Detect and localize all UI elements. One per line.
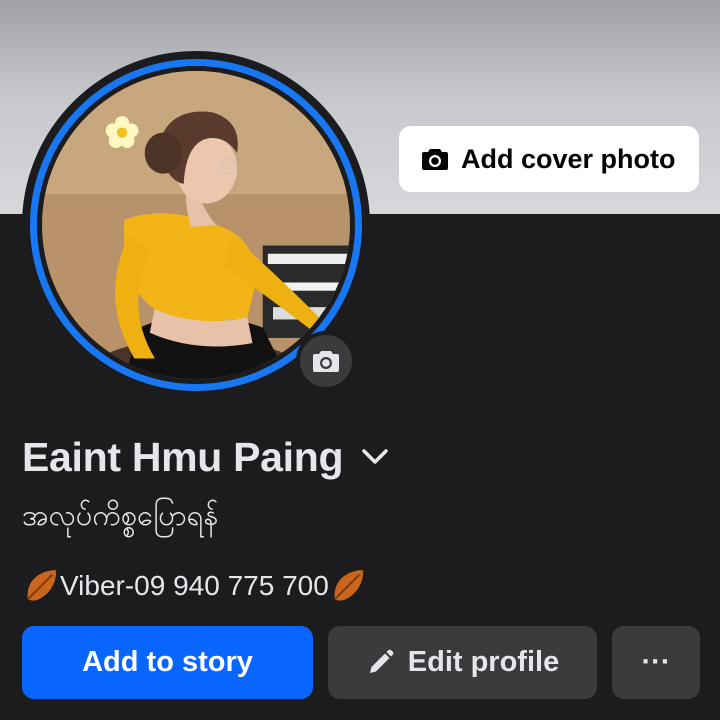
more-options-label: ··· — [641, 646, 671, 678]
camera-icon — [313, 351, 339, 372]
chevron-down-icon — [362, 449, 389, 464]
profile-name: Eaint Hmu Paing — [22, 433, 344, 480]
profile-name-switcher[interactable]: Eaint Hmu Paing — [22, 431, 389, 483]
leaf-icon — [333, 570, 364, 601]
add-cover-photo-button[interactable]: Add cover photo — [399, 126, 699, 192]
add-to-story-button[interactable]: Add to story — [22, 626, 313, 699]
pencil-icon — [369, 649, 394, 673]
change-profile-picture-button[interactable] — [296, 331, 356, 391]
profile-contact-line: Viber-09 940 775 700 — [22, 566, 367, 606]
edit-profile-button[interactable]: Edit profile — [328, 626, 597, 699]
camera-icon — [422, 149, 448, 170]
leaf-icon — [27, 570, 57, 601]
more-options-button[interactable]: ··· — [612, 626, 700, 699]
viber-number: Viber-09 940 775 700 — [60, 570, 329, 601]
add-to-story-label: Add to story — [82, 646, 253, 678]
profile-bio: အလုပ်ကိစ္စပြောရန် — [22, 498, 219, 532]
add-cover-photo-label: Add cover photo — [461, 143, 676, 174]
profile-photo — [42, 71, 350, 379]
edit-profile-label: Edit profile — [407, 646, 560, 678]
